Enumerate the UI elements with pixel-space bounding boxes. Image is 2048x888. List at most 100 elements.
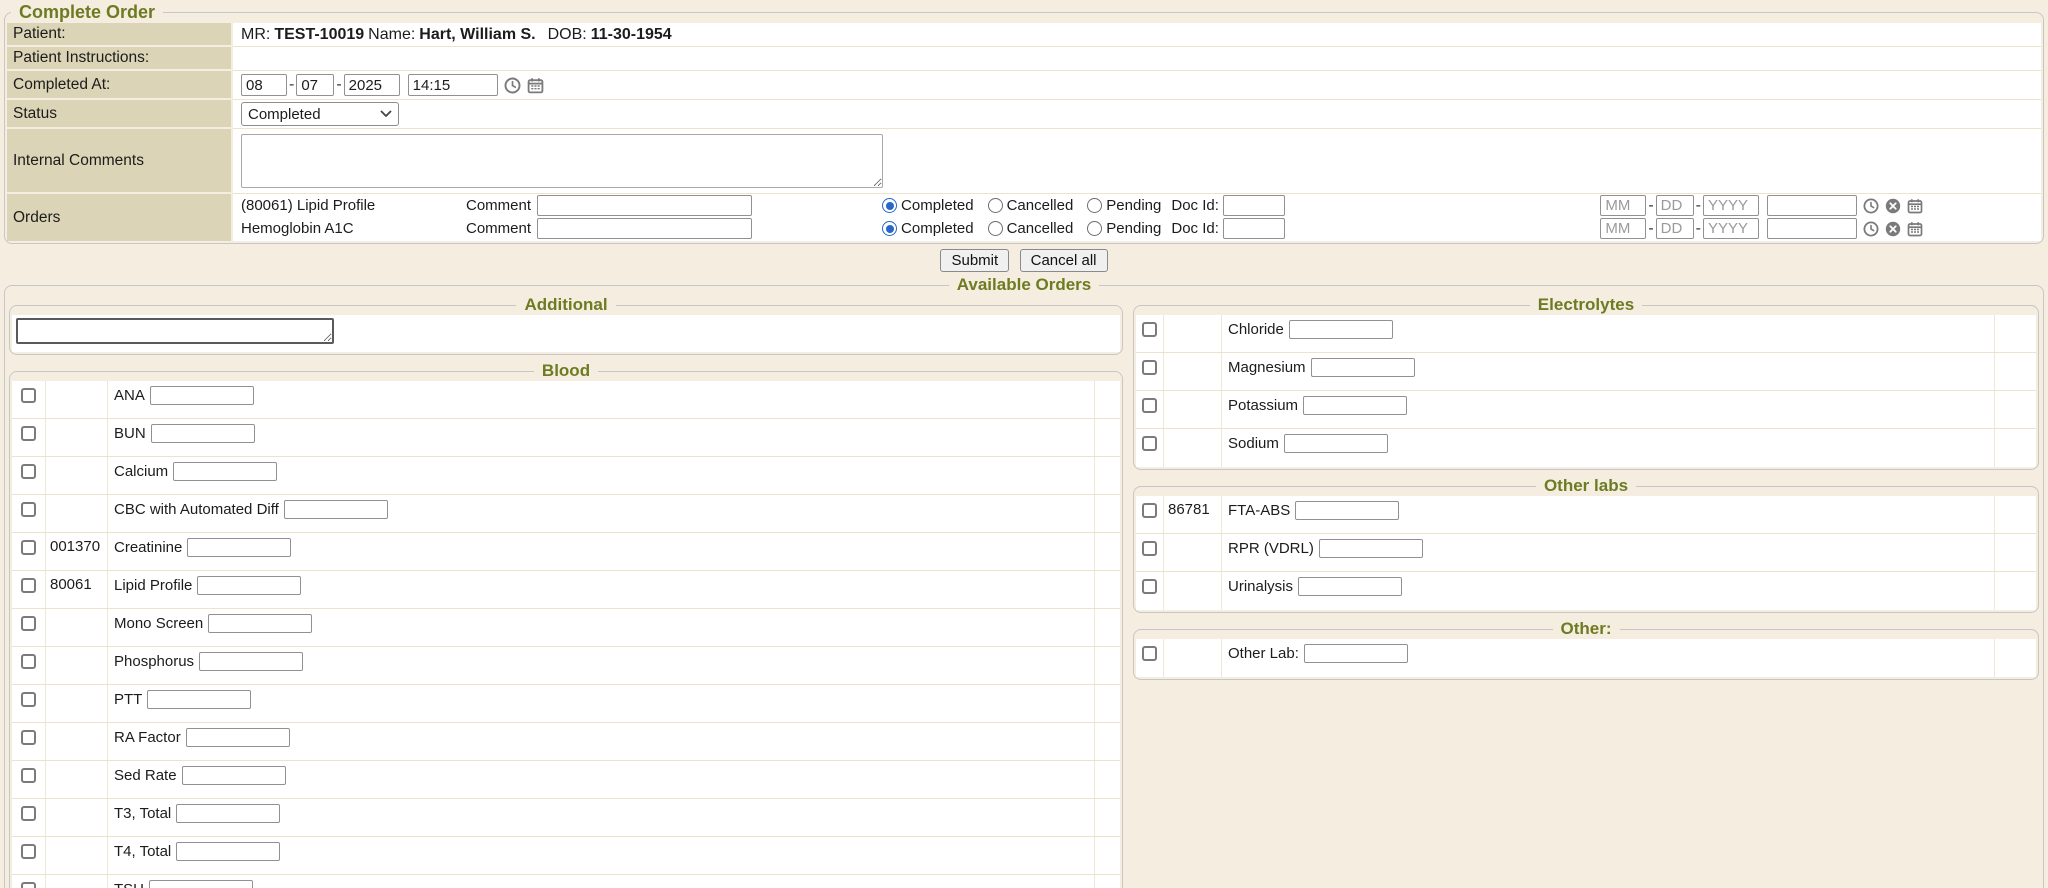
- lab-value-input[interactable]: [1284, 434, 1388, 453]
- radio-icon[interactable]: [988, 198, 1003, 213]
- lab-checkbox[interactable]: [21, 692, 36, 707]
- lab-checkbox[interactable]: [21, 806, 36, 821]
- lab-checkbox[interactable]: [21, 768, 36, 783]
- calendar-icon[interactable]: [1907, 221, 1923, 237]
- lab-code: [1164, 429, 1222, 467]
- order-date-month-input[interactable]: [1600, 195, 1646, 216]
- lab-label: PTT: [114, 691, 142, 708]
- lab-value-input[interactable]: [197, 576, 301, 595]
- order-status-radio-cancelled[interactable]: Cancelled: [988, 197, 1074, 214]
- lab-checkbox[interactable]: [1142, 398, 1157, 413]
- order-status-radio-completed[interactable]: Completed: [882, 197, 974, 214]
- submit-button[interactable]: Submit: [940, 249, 1009, 272]
- lab-value-input[interactable]: [199, 652, 303, 671]
- completed-at-time-input[interactable]: [408, 74, 498, 96]
- lab-checkbox[interactable]: [1142, 322, 1157, 337]
- lab-checkbox[interactable]: [21, 844, 36, 859]
- lab-value-input[interactable]: [1303, 396, 1407, 415]
- available-orders-fieldset: Available Orders Additional Blood: [4, 275, 2044, 888]
- lab-value-input[interactable]: [1289, 320, 1393, 339]
- clock-icon[interactable]: [1863, 198, 1879, 214]
- order-date-time-input[interactable]: [1767, 195, 1857, 216]
- radio-label: Cancelled: [1007, 220, 1074, 237]
- available-orders-left-column: Additional Blood ANA: [9, 295, 1123, 888]
- cancel-all-button[interactable]: Cancel all: [1020, 249, 1108, 272]
- name-label: Name:: [368, 26, 415, 44]
- radio-icon[interactable]: [1087, 198, 1102, 213]
- lab-checkbox[interactable]: [1142, 360, 1157, 375]
- lab-value-input[interactable]: [1304, 644, 1408, 663]
- lab-value-input[interactable]: [284, 500, 388, 519]
- doc-id-input[interactable]: [1223, 218, 1285, 239]
- order-date-time-input[interactable]: [1767, 218, 1857, 239]
- lab-value-input[interactable]: [1311, 358, 1415, 377]
- lab-checkbox[interactable]: [21, 426, 36, 441]
- lab-value-input[interactable]: [186, 728, 290, 747]
- clear-circle-icon[interactable]: [1885, 198, 1901, 214]
- date-separator: -: [289, 76, 294, 94]
- calendar-icon[interactable]: [527, 77, 544, 94]
- other-legend: Other:: [1553, 619, 1620, 639]
- calendar-icon[interactable]: [1907, 198, 1923, 214]
- lab-checkbox[interactable]: [21, 882, 36, 888]
- lab-value-input[interactable]: [1298, 577, 1402, 596]
- internal-comments-textarea[interactable]: [241, 134, 883, 188]
- order-row: (80061) Lipid Profile Comment CompletedC…: [233, 194, 2041, 217]
- lab-value-input[interactable]: [182, 766, 286, 785]
- top-button-bar: Submit Cancel all: [0, 244, 2048, 275]
- lab-code: [1164, 353, 1222, 390]
- lab-value-input[interactable]: [1295, 501, 1399, 520]
- lab-checkbox[interactable]: [1142, 541, 1157, 556]
- lab-checkbox[interactable]: [21, 388, 36, 403]
- lab-value-input[interactable]: [1319, 539, 1423, 558]
- additional-fieldset: Additional: [9, 295, 1123, 355]
- clear-circle-icon[interactable]: [1885, 221, 1901, 237]
- lab-value-input[interactable]: [149, 880, 253, 888]
- doc-id-input[interactable]: [1223, 195, 1285, 216]
- order-comment-input[interactable]: [537, 195, 752, 216]
- order-date-day-input[interactable]: [1656, 195, 1694, 216]
- lab-row: Calcium: [12, 457, 1120, 495]
- order-status-radio-cancelled[interactable]: Cancelled: [988, 220, 1074, 237]
- radio-icon[interactable]: [988, 221, 1003, 236]
- lab-value-input[interactable]: [176, 804, 280, 823]
- lab-label: ANA: [114, 387, 145, 404]
- radio-icon[interactable]: [1087, 221, 1102, 236]
- lab-value-input[interactable]: [150, 386, 254, 405]
- lab-value-input[interactable]: [173, 462, 277, 481]
- clock-icon[interactable]: [504, 77, 521, 94]
- order-date-month-input[interactable]: [1600, 218, 1646, 239]
- order-date-year-input[interactable]: [1703, 195, 1759, 216]
- completed-at-year-input[interactable]: [344, 74, 400, 96]
- completed-at-month-input[interactable]: [241, 74, 287, 96]
- lab-checkbox[interactable]: [21, 730, 36, 745]
- lab-checkbox[interactable]: [21, 654, 36, 669]
- order-status-radio-pending[interactable]: Pending: [1087, 220, 1161, 237]
- radio-icon[interactable]: [882, 198, 897, 213]
- order-date-year-input[interactable]: [1703, 218, 1759, 239]
- lab-checkbox[interactable]: [21, 578, 36, 593]
- lab-value-input[interactable]: [151, 424, 255, 443]
- order-comment-input[interactable]: [537, 218, 752, 239]
- clock-icon[interactable]: [1863, 221, 1879, 237]
- lab-checkbox[interactable]: [21, 540, 36, 555]
- completed-at-day-input[interactable]: [296, 74, 334, 96]
- lab-code: [46, 875, 108, 888]
- lab-value-input[interactable]: [147, 690, 251, 709]
- status-select[interactable]: Completed: [241, 102, 399, 126]
- order-date-day-input[interactable]: [1656, 218, 1694, 239]
- lab-checkbox[interactable]: [21, 464, 36, 479]
- lab-checkbox[interactable]: [1142, 503, 1157, 518]
- additional-search-input[interactable]: [16, 318, 334, 344]
- lab-checkbox[interactable]: [1142, 646, 1157, 661]
- lab-value-input[interactable]: [176, 842, 280, 861]
- lab-checkbox[interactable]: [21, 502, 36, 517]
- lab-checkbox[interactable]: [1142, 436, 1157, 451]
- radio-icon[interactable]: [882, 221, 897, 236]
- lab-value-input[interactable]: [187, 538, 291, 557]
- order-status-radio-completed[interactable]: Completed: [882, 220, 974, 237]
- lab-value-input[interactable]: [208, 614, 312, 633]
- lab-checkbox[interactable]: [21, 616, 36, 631]
- order-status-radio-pending[interactable]: Pending: [1087, 197, 1161, 214]
- lab-checkbox[interactable]: [1142, 579, 1157, 594]
